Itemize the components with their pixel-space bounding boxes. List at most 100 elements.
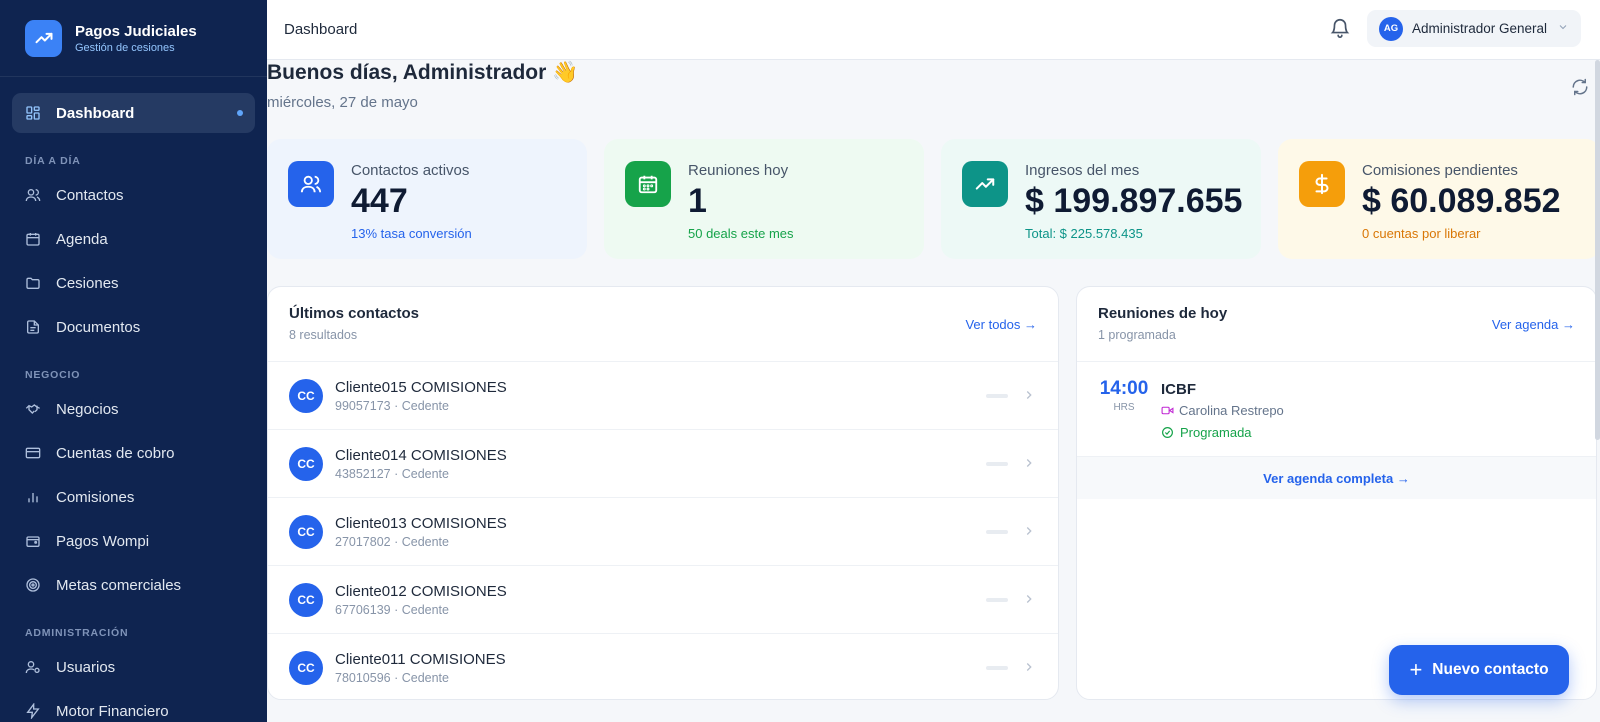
chevron-right-icon [1022, 524, 1036, 538]
meeting-status: Programada [1180, 425, 1252, 440]
sidebar-item-label: Agenda [56, 230, 108, 248]
user-gear-icon [25, 659, 41, 675]
stat-card-ingresos[interactable]: Ingresos del mes $ 199.897.655 Total: $ … [941, 139, 1261, 259]
contact-meta: 43852127 · Cedente [335, 466, 449, 481]
contact-meta: 27017802 · Cedente [335, 534, 449, 549]
meeting-person-name: Carolina Restrepo [1179, 403, 1284, 418]
placeholder-bar [986, 530, 1008, 534]
status-badge: Programada [1161, 425, 1284, 440]
calendar-icon [625, 161, 671, 207]
sidebar-item-label: Pagos Wompi [56, 532, 150, 550]
target-icon [25, 577, 41, 593]
contact-meta: 99057173 · Cedente [335, 398, 449, 413]
list-item[interactable]: CC Cliente015 COMISIONES 99057173 · Ceden… [268, 362, 1058, 430]
trending-up-logo-icon [25, 19, 62, 57]
new-contact-button[interactable]: + Nuevo contacto [1389, 645, 1569, 695]
scrollbar[interactable] [1595, 60, 1600, 440]
greeting-date: miércoles, 27 de mayo [267, 94, 418, 111]
users-icon [25, 187, 41, 203]
bell-icon[interactable] [1329, 17, 1351, 39]
handshake-icon [25, 401, 41, 417]
sidebar-item-metas-comerciales[interactable]: Metas comerciales [12, 565, 255, 605]
avatar: CC [289, 514, 323, 549]
user-menu[interactable]: AG Administrador General [1367, 10, 1581, 47]
contact-meta: 67706139 · Cedente [335, 602, 449, 617]
panel-count: 8 resultados [289, 328, 358, 342]
placeholder-bar [986, 666, 1008, 670]
trending-up-icon [962, 161, 1008, 207]
stat-value: 1 [688, 182, 707, 220]
stat-label: Comisiones pendientes [1362, 162, 1518, 179]
stat-sub: 0 cuentas por liberar [1362, 226, 1481, 241]
sidebar-item-negocios[interactable]: Negocios [12, 389, 255, 429]
meeting-hour: 14:00 [1099, 378, 1149, 399]
view-full-agenda-link[interactable]: Ver agenda completa → [1077, 457, 1596, 499]
sidebar-item-comisiones[interactable]: Comisiones [12, 477, 255, 517]
meetings-panel: Reuniones de hoy 1 programada Ver agenda… [1076, 286, 1597, 700]
view-all-contacts-link[interactable]: Ver todos → [965, 317, 1037, 332]
avatar: AG [1379, 16, 1403, 41]
stat-card-contactos[interactable]: Contactos activos 447 13% tasa conversió… [267, 139, 587, 259]
sidebar-item-label: Contactos [56, 186, 124, 204]
placeholder-bar [986, 462, 1008, 466]
section-title-administracion: ADMINISTRACIÓN [25, 627, 129, 639]
sidebar-item-cesiones[interactable]: Cesiones [12, 263, 255, 303]
sidebar-item-contactos[interactable]: Contactos [12, 175, 255, 215]
bolt-icon [25, 703, 41, 719]
chevron-right-icon [1022, 388, 1036, 402]
dashboard-icon [25, 105, 41, 121]
sidebar-item-cuentas-de-cobro[interactable]: Cuentas de cobro [12, 433, 255, 473]
document-icon [25, 319, 41, 335]
check-circle-icon [1161, 426, 1174, 439]
sidebar-item-agenda[interactable]: Agenda [12, 219, 255, 259]
top-header: Dashboard AG Administrador General [267, 0, 1600, 60]
contact-name: Cliente015 COMISIONES [335, 378, 507, 396]
stat-label: Ingresos del mes [1025, 162, 1140, 179]
bar-chart-icon [25, 489, 41, 505]
chevron-right-icon [1022, 592, 1036, 606]
greeting-title: Buenos días, Administrador 👋 [267, 61, 579, 84]
active-indicator [237, 110, 243, 116]
list-item[interactable]: CC Cliente014 COMISIONES 43852127 · Ceden… [268, 430, 1058, 498]
stat-value: $ 199.897.655 [1025, 182, 1243, 220]
brand-subtitle: Gestión de cesiones [75, 41, 175, 54]
stat-sub: 50 deals este mes [688, 226, 794, 241]
sidebar-item-documentos[interactable]: Documentos [12, 307, 255, 347]
meeting-title: ICBF [1161, 381, 1196, 398]
stat-card-comisiones[interactable]: Comisiones pendientes $ 60.089.852 0 cue… [1278, 139, 1600, 259]
brand-title: Pagos Judiciales [75, 22, 197, 40]
sidebar-item-motor-financiero[interactable]: Motor Financiero [12, 691, 255, 722]
chevron-right-icon [1022, 456, 1036, 470]
sidebar: Pagos Judiciales Gestión de cesiones Das… [0, 0, 267, 722]
avatar: CC [289, 446, 323, 481]
contact-name: Cliente011 COMISIONES [335, 651, 506, 668]
sidebar-item-label: Usuarios [56, 658, 116, 676]
section-title-dia-a-dia: DÍA A DÍA [25, 155, 81, 167]
card-icon [25, 445, 41, 461]
meeting-item[interactable]: 14:00 HRS ICBF Carolina Restrepo Program… [1077, 362, 1596, 457]
dollar-icon [1299, 161, 1345, 207]
sidebar-item-label: Negocios [56, 400, 119, 418]
plus-icon: + [1409, 657, 1423, 682]
meetings-panel-header: Reuniones de hoy 1 programada Ver agenda… [1077, 287, 1596, 362]
view-agenda-link[interactable]: Ver agenda → [1492, 317, 1575, 332]
page-title: Dashboard [284, 21, 358, 38]
users-icon [288, 161, 334, 207]
sidebar-item-label: Metas comerciales [56, 576, 182, 594]
refresh-icon[interactable] [1571, 78, 1589, 96]
sidebar-item-pagos-wompi[interactable]: Pagos Wompi [12, 521, 255, 561]
list-item[interactable]: CC Cliente013 COMISIONES 27017802 · Ceden… [268, 498, 1058, 566]
meeting-time: 14:00 HRS [1098, 378, 1150, 456]
stat-card-reuniones[interactable]: Reuniones hoy 1 50 deals este mes [604, 139, 924, 259]
brand[interactable]: Pagos Judiciales Gestión de cesiones [0, 0, 267, 77]
calendar-icon [25, 231, 41, 247]
chevron-down-icon [1557, 20, 1569, 38]
list-item[interactable]: CC Cliente011 COMISIONES 78010596 · Ceden… [268, 634, 1058, 699]
list-item[interactable]: CC Cliente012 COMISIONES 67706139 · Ceden… [268, 566, 1058, 634]
sidebar-item-dashboard[interactable]: Dashboard [12, 93, 255, 133]
sidebar-item-label: Comisiones [56, 488, 135, 506]
sidebar-item-usuarios[interactable]: Usuarios [12, 647, 255, 687]
placeholder-bar [986, 394, 1008, 398]
sidebar-nav: Dashboard DÍA A DÍA Contactos Agenda Ces… [0, 77, 267, 722]
meeting-hour-unit: HRS [1113, 402, 1135, 413]
